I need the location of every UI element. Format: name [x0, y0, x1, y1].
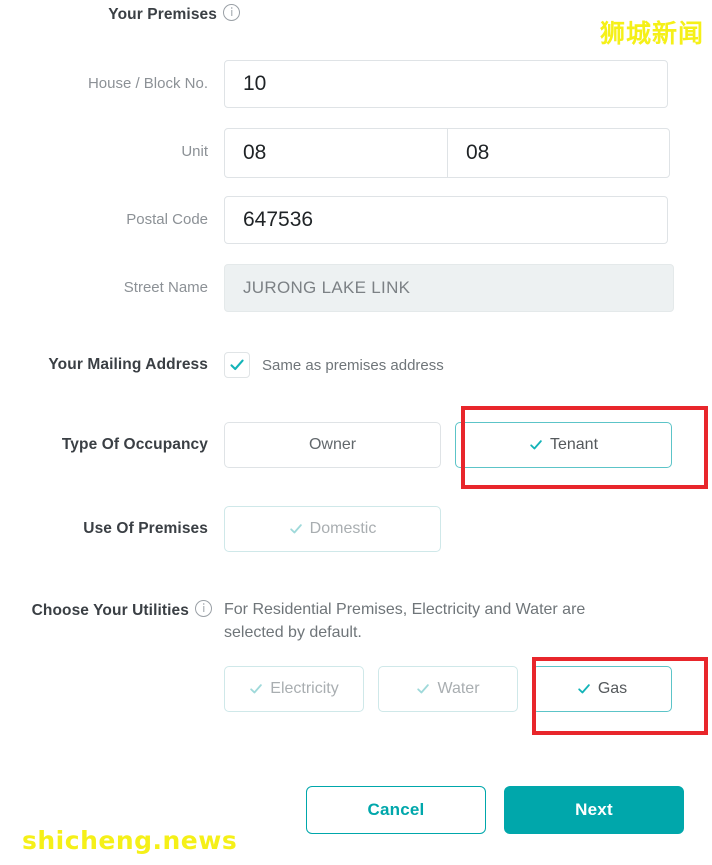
- same-as-premises-label: Same as premises address: [262, 356, 444, 374]
- occupancy-field-col: Owner Tenant: [224, 422, 672, 468]
- unit-label: Unit: [181, 143, 208, 160]
- utilities-helper-text: For Residential Premises, Electricity an…: [224, 601, 586, 641]
- same-as-premises-checkbox[interactable]: [224, 352, 250, 378]
- check-icon: [417, 684, 430, 694]
- utilities-field-col: For Residential Premises, Electricity an…: [224, 598, 672, 712]
- watermark-bottom-left: shicheng.news: [22, 826, 238, 855]
- use-of-premises-option-domestic-label: Domestic: [309, 520, 377, 537]
- utility-option-gas-label: Gas: [597, 680, 628, 697]
- mailing-address-row: Your Mailing Address Same as premises ad…: [0, 352, 712, 378]
- unit-floor-input[interactable]: 08: [225, 129, 447, 177]
- check-icon: [578, 684, 590, 694]
- utilities-row: Choose Your Utilities For Residential Pr…: [0, 598, 712, 712]
- next-button[interactable]: Next: [504, 786, 684, 834]
- utilities-label: Choose Your Utilities: [31, 602, 189, 619]
- house-block-row: House / Block No. 10: [0, 60, 712, 108]
- unit-row: Unit 08 08: [0, 128, 712, 178]
- watermark-top-right: 狮城新闻: [599, 19, 704, 48]
- page-title: Your Premises: [108, 6, 217, 23]
- utilities-label-wrap: Choose Your Utilities: [0, 598, 224, 620]
- check-icon: [230, 359, 244, 371]
- postal-code-row: Postal Code 647536: [0, 196, 712, 244]
- street-name-input: JURONG LAKE LINK: [224, 264, 674, 312]
- your-premises-section-header: Your Premises: [0, 4, 240, 24]
- street-name-field-col: JURONG LAKE LINK: [224, 264, 674, 312]
- occupancy-option-owner-label: Owner: [308, 436, 357, 453]
- postal-code-label: Postal Code: [126, 211, 208, 228]
- check-icon: [289, 524, 302, 534]
- house-block-field-col: 10: [224, 60, 672, 108]
- utility-option-water: Water: [378, 666, 518, 712]
- occupancy-label: Type Of Occupancy: [61, 436, 208, 453]
- same-as-premises-checkbox-wrap[interactable]: Same as premises address: [224, 352, 672, 378]
- your-premises-title-wrap: Your Premises: [0, 4, 240, 24]
- use-of-premises-label: Use Of Premises: [83, 520, 208, 537]
- occupancy-option-owner[interactable]: Owner: [224, 422, 441, 468]
- mailing-address-field-col: Same as premises address: [224, 352, 672, 378]
- utility-option-water-label: Water: [437, 680, 480, 697]
- street-name-label: Street Name: [123, 279, 208, 296]
- house-block-input[interactable]: 10: [224, 60, 668, 108]
- unit-input-group: 08 08: [224, 128, 670, 178]
- cancel-button[interactable]: Cancel: [306, 786, 486, 834]
- utility-option-gas[interactable]: Gas: [532, 666, 672, 712]
- occupancy-row: Type Of Occupancy Owner Tenant: [0, 422, 712, 468]
- check-icon: [530, 440, 542, 450]
- street-name-row: Street Name JURONG LAKE LINK: [0, 264, 712, 312]
- utilities-options: Electricity Water Gas: [224, 666, 672, 712]
- unit-field-col: 08 08: [224, 128, 672, 178]
- form-actions: Cancel Next: [306, 786, 684, 834]
- use-of-premises-field-col: Domestic: [224, 506, 672, 552]
- use-of-premises-option-domestic: Domestic: [224, 506, 441, 552]
- check-icon: [250, 684, 263, 694]
- house-block-label: House / Block No.: [87, 75, 208, 92]
- postal-code-input[interactable]: 647536: [224, 196, 668, 244]
- unit-number-input[interactable]: 08: [447, 129, 669, 177]
- mailing-address-label: Your Mailing Address: [48, 356, 208, 373]
- utility-option-electricity-label: Electricity: [270, 680, 339, 697]
- enrolment-form-page: Your Premises House / Block No. 10 Unit …: [0, 0, 712, 865]
- info-icon[interactable]: [195, 600, 212, 617]
- use-of-premises-row: Use Of Premises Domestic: [0, 506, 712, 552]
- utility-option-electricity: Electricity: [224, 666, 364, 712]
- info-icon[interactable]: [223, 4, 240, 21]
- occupancy-option-tenant-label: Tenant: [549, 436, 599, 453]
- occupancy-options: Owner Tenant: [224, 422, 672, 468]
- use-of-premises-options: Domestic: [224, 506, 672, 552]
- postal-code-field-col: 647536: [224, 196, 672, 244]
- occupancy-option-tenant[interactable]: Tenant: [455, 422, 672, 468]
